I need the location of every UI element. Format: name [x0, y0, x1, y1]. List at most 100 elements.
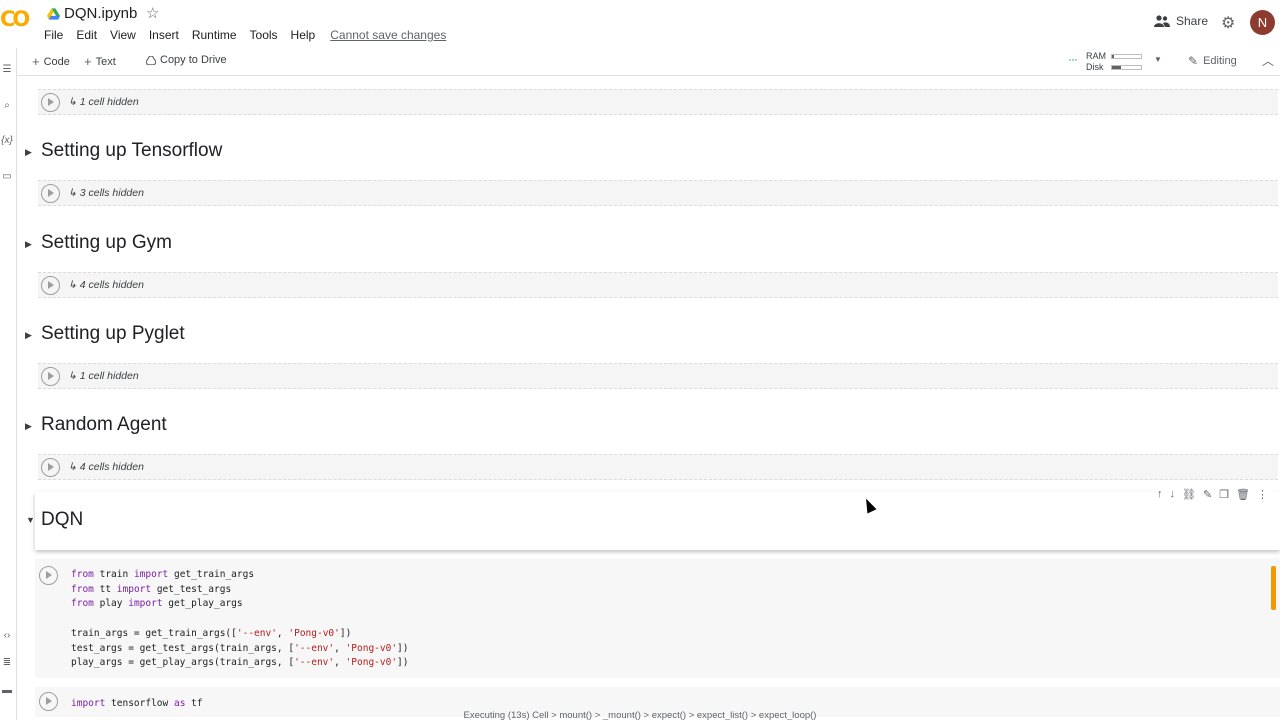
run-icon[interactable]: [41, 458, 60, 477]
code-token: '--env': [294, 657, 335, 669]
move-up-icon[interactable]: ↑: [1157, 488, 1163, 501]
link-icon[interactable]: ⛓: [1182, 488, 1196, 501]
code-editor[interactable]: from train import get_train_args from tt …: [71, 568, 409, 671]
code-line: test_args = get_test_args(train_args, ['…: [71, 642, 409, 657]
code-cell[interactable]: from train import get_train_args from tt …: [35, 558, 1280, 678]
code-snippets-icon[interactable]: ‹›: [0, 630, 14, 641]
share-button[interactable]: Share: [1154, 14, 1208, 28]
collapse-header-icon[interactable]: ︿: [1262, 52, 1274, 69]
people-icon: [1154, 15, 1170, 27]
add-text-button[interactable]: + Text: [84, 54, 116, 69]
cannot-save-link[interactable]: Cannot save changes: [330, 28, 446, 42]
code-token: get_train_args: [168, 569, 255, 580]
delete-icon[interactable]: 🗑: [1236, 488, 1250, 501]
code-token: ]): [397, 642, 409, 654]
resources-indicator[interactable]: ··· RAM Disk ▼: [1068, 50, 1168, 72]
run-icon[interactable]: [41, 184, 60, 203]
hidden-cells-label: ↳ 1 cell hidden: [68, 370, 139, 382]
menu-file[interactable]: File: [44, 28, 63, 42]
hidden-cells-bar[interactable]: ↳ 3 cells hidden: [38, 180, 1278, 206]
notebook-title[interactable]: DQN.ipynb: [64, 5, 137, 22]
copy-to-drive-button[interactable]: Copy to Drive: [146, 54, 227, 66]
avatar[interactable]: N: [1250, 10, 1275, 35]
code-token: tt: [93, 583, 117, 595]
variables-icon[interactable]: {x}: [0, 135, 14, 146]
code-token: ,: [276, 627, 289, 639]
plus-icon: +: [84, 54, 92, 69]
code-token: get_test_args: [151, 583, 232, 595]
search-icon[interactable]: ⌕: [0, 100, 14, 111]
code-line: from train import get_train_args: [71, 568, 409, 583]
command-palette-icon[interactable]: ≣: [0, 657, 14, 668]
header: CO DQN.ipynb ☆ File Edit View Insert Runtime…: [0, 0, 1280, 48]
expand-caret-icon[interactable]: ▶: [25, 239, 32, 250]
run-icon[interactable]: [41, 93, 60, 112]
ram-bar: [1111, 54, 1142, 59]
menu-edit[interactable]: Edit: [76, 28, 97, 42]
share-label: Share: [1176, 14, 1209, 28]
menu-view[interactable]: View: [110, 28, 136, 42]
expand-caret-icon[interactable]: ▶: [25, 147, 32, 158]
toc-icon[interactable]: ☰: [0, 64, 14, 75]
hidden-cells-label: ↳ 4 cells hidden: [68, 279, 144, 291]
hidden-cells-bar[interactable]: ↳ 1 cell hidden: [38, 89, 1278, 115]
code-token: '--env': [236, 627, 277, 639]
menu-help[interactable]: Help: [291, 28, 316, 42]
edit-icon[interactable]: ✎: [1203, 488, 1212, 501]
expand-caret-icon[interactable]: ▶: [25, 421, 32, 432]
run-icon[interactable]: [41, 367, 60, 386]
drive-outline-icon: [146, 55, 156, 65]
code-line: train_args = get_train_args(['--env', 'P…: [71, 627, 409, 642]
code-token: get_play_args: [162, 598, 243, 610]
section-heading[interactable]: ▶ Setting up Pyglet: [18, 318, 1280, 354]
drive-icon[interactable]: [47, 8, 60, 20]
editing-mode-button[interactable]: ✎ Editing: [1188, 54, 1237, 68]
collapse-caret-icon[interactable]: ▼: [26, 515, 35, 525]
section-heading[interactable]: ▶ Random Agent: [18, 409, 1280, 445]
files-icon[interactable]: ▭: [0, 171, 14, 182]
hidden-cells-bar[interactable]: ↳ 4 cells hidden: [38, 272, 1278, 298]
hidden-cells-bar[interactable]: ↳ 1 cell hidden: [38, 363, 1278, 389]
mirror-cell-icon[interactable]: ❐: [1219, 488, 1229, 501]
code-token: '--env': [294, 642, 335, 654]
section-heading[interactable]: ▶ Setting up Tensorflow: [18, 135, 1280, 171]
code-token: from: [71, 583, 94, 595]
code-token: ,: [334, 642, 346, 654]
disk-bar-fill: [1112, 66, 1121, 69]
code-token: test_args = get_test_args(train_args, [: [71, 642, 295, 654]
code-token: 'Pong-v0': [288, 627, 340, 639]
menu-tools[interactable]: Tools: [250, 28, 278, 42]
colab-logo[interactable]: CO: [0, 7, 34, 33]
code-token: ]): [397, 657, 409, 669]
ram-label: RAM: [1086, 51, 1106, 61]
code-line: play_args = get_play_args(train_args, ['…: [71, 656, 409, 671]
section-title: Random Agent: [41, 414, 167, 435]
hidden-cells-bar[interactable]: ↳ 4 cells hidden: [38, 454, 1278, 480]
section-title: DQN: [41, 509, 84, 530]
code-token: import: [128, 598, 163, 610]
hidden-cells-label: ↳ 1 cell hidden: [68, 96, 139, 108]
gear-icon[interactable]: ⚙: [1221, 13, 1235, 33]
copy-to-drive-label: Copy to Drive: [160, 54, 227, 66]
terminal-icon[interactable]: ▬: [0, 685, 14, 696]
disk-label: Disk: [1086, 62, 1104, 72]
hidden-cells-label: ↳ 4 cells hidden: [68, 461, 144, 473]
resources-dropdown-icon[interactable]: ▼: [1154, 55, 1162, 64]
dqn-section-cell[interactable]: ▼ DQN ↑ ↓ ⛓ ✎ ❐ 🗑 ⋮: [26, 486, 1280, 550]
colab-app: CO DQN.ipynb ☆ File Edit View Insert Runtime…: [0, 0, 1280, 720]
star-icon[interactable]: ☆: [146, 4, 159, 22]
move-down-icon[interactable]: ↓: [1169, 488, 1175, 501]
run-icon[interactable]: [41, 276, 60, 295]
editing-label: Editing: [1203, 55, 1237, 67]
add-code-button[interactable]: + Code: [32, 54, 70, 69]
code-token: ]): [339, 627, 352, 639]
menu-runtime[interactable]: Runtime: [192, 28, 237, 42]
section-heading[interactable]: ▶ Setting up Gym: [18, 227, 1280, 263]
run-icon[interactable]: [39, 566, 58, 585]
code-token: import: [116, 583, 152, 595]
hidden-cells-label: ↳ 3 cells hidden: [68, 187, 144, 199]
more-options-icon[interactable]: ⋮: [1257, 488, 1268, 501]
menu-insert[interactable]: Insert: [149, 28, 179, 42]
expand-caret-icon[interactable]: ▶: [25, 330, 32, 341]
add-code-label: Code: [43, 55, 70, 68]
